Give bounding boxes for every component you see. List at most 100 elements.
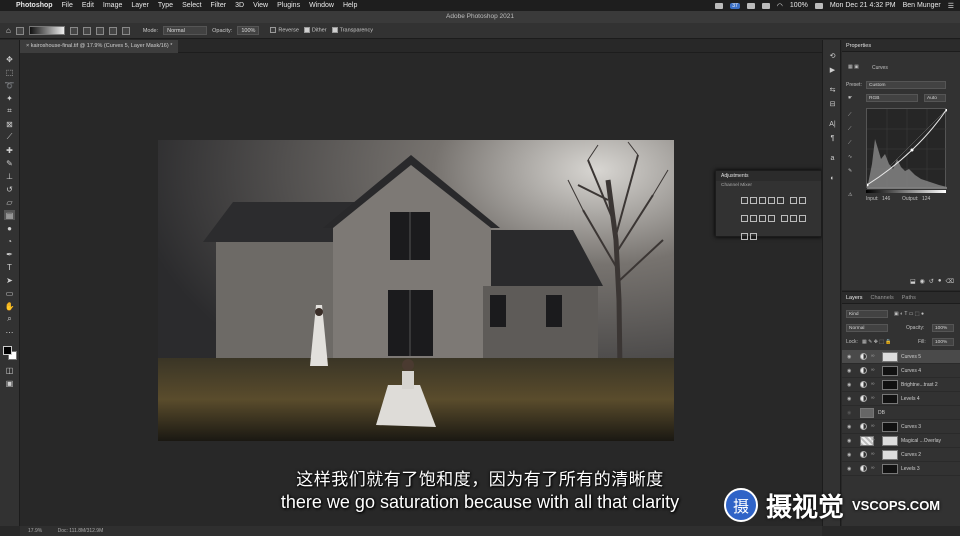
more-tools-icon[interactable]: ⋯ (4, 327, 15, 337)
eye-icon[interactable]: ◉ (847, 438, 851, 444)
vibrance-icon[interactable] (777, 197, 784, 204)
layer-mask-thumbnail[interactable] (882, 352, 898, 362)
control-center-icon[interactable]: ☰ (948, 2, 954, 10)
tab-layers[interactable]: Layers (846, 295, 863, 301)
history-brush-tool-icon[interactable]: ↺ (4, 184, 15, 194)
menu-window[interactable]: Window (309, 2, 334, 9)
history-icon[interactable]: ⟲ (827, 52, 838, 62)
clone-stamp-tool-icon[interactable]: ⊥ (4, 171, 15, 181)
layer-mask-thumbnail[interactable] (882, 422, 898, 432)
eye-icon[interactable]: ◉ (847, 410, 851, 416)
pencil-curve-icon[interactable]: ✎ (848, 168, 852, 174)
quick-mask-icon[interactable]: ◫ (4, 365, 15, 375)
clip-to-layer-icon[interactable]: ⬓ (910, 278, 916, 290)
black-white-icon[interactable] (741, 215, 748, 222)
curves-icon[interactable] (759, 197, 766, 204)
tray-icon[interactable] (761, 2, 770, 9)
screen-mode-icon[interactable]: ▣ (4, 378, 15, 388)
filter-icons[interactable]: ▣ ◐ T ▭ ⬚ ● (894, 311, 924, 317)
adjust-icon[interactable]: ⇆ (827, 86, 838, 96)
menu-image[interactable]: Image (103, 2, 122, 9)
clock[interactable]: Mon Dec 21 4:32 PM (830, 2, 896, 9)
tool-preset-button[interactable] (15, 26, 24, 35)
link-icon[interactable]: ∞ (871, 381, 875, 387)
dodge-tool-icon[interactable]: ◔ (4, 236, 15, 246)
exposure-icon[interactable] (768, 197, 775, 204)
gradient-swatch[interactable] (28, 26, 65, 35)
layer-row[interactable]: ◉ ∞ Levels 4 (842, 392, 960, 406)
menu-file[interactable]: File (62, 2, 73, 9)
eye-icon[interactable]: ◉ (847, 368, 851, 374)
zoom-level[interactable]: 17.9% (28, 528, 42, 534)
healing-brush-tool-icon[interactable]: ✚ (4, 145, 15, 155)
checkbox-box[interactable] (303, 27, 310, 34)
layer-filter-kind[interactable]: Kind (846, 310, 888, 318)
target-adjust-icon[interactable]: ☛ (848, 95, 852, 101)
layer-row[interactable]: ◉ ∞ Curves 2 (842, 448, 960, 462)
actions-icon[interactable]: ▶ (827, 66, 838, 76)
move-tool-icon[interactable]: ✥ (4, 54, 15, 64)
layer-row[interactable]: ◉ ∞ Curves 5 (842, 350, 960, 364)
curve-point-icon[interactable]: ∿ (848, 154, 852, 160)
opacity-field[interactable]: 100% (237, 26, 260, 35)
document-image[interactable] (158, 140, 674, 441)
eye-icon[interactable]: ◉ (847, 382, 851, 388)
character-icon[interactable]: A| (827, 120, 838, 130)
layer-opacity-field[interactable]: 100% (932, 324, 954, 332)
layer-row[interactable]: ◉ ∞ Curves 4 (842, 364, 960, 378)
paragraph-icon[interactable]: ¶ (827, 134, 838, 144)
adjustments-icon[interactable]: ◐ (827, 174, 838, 184)
notification-badge[interactable]: 37 (730, 2, 740, 9)
layer-row[interactable]: ◉ ∞ Brightne...trast 2 (842, 378, 960, 392)
layer-row[interactable]: ◉ ∞ Magical ...Overlay (842, 434, 960, 448)
reflected-gradient-button[interactable] (108, 26, 117, 35)
curves-graph[interactable] (865, 108, 949, 190)
eyedropper-white-icon[interactable]: ⟋ (848, 140, 852, 146)
magic-wand-tool-icon[interactable]: ✦ (4, 93, 15, 103)
path-selection-tool-icon[interactable]: ➤ (4, 275, 15, 285)
foreground-color-swatch[interactable] (3, 346, 12, 355)
eye-icon[interactable]: ◉ (847, 424, 851, 430)
eyedropper-black-icon[interactable]: ⟋ (848, 112, 852, 118)
menu-3d[interactable]: 3D (235, 2, 244, 9)
auto-button[interactable]: Auto (924, 94, 946, 102)
tray-icon[interactable] (746, 2, 755, 9)
eyedropper-tool-icon[interactable]: ⟋ (4, 132, 15, 142)
checkbox-box[interactable] (270, 27, 277, 34)
eye-icon[interactable]: ◉ (847, 396, 851, 402)
pen-tool-icon[interactable]: ✒ (4, 249, 15, 259)
tray-icon[interactable] (715, 2, 724, 9)
input-value[interactable]: 146 (882, 196, 890, 202)
marquee-tool-icon[interactable]: ⬚ (4, 67, 15, 77)
color-lookup-icon[interactable] (768, 215, 775, 222)
eye-icon[interactable]: ◉ (847, 452, 851, 458)
eye-icon[interactable]: ◉ (847, 354, 851, 360)
menu-select[interactable]: Select (182, 2, 201, 9)
threshold-icon[interactable] (799, 215, 807, 222)
link-icon[interactable]: ∞ (871, 367, 875, 373)
zoom-tool-icon[interactable]: ⌕ (4, 314, 15, 324)
home-icon[interactable]: ⌂ (6, 26, 11, 35)
gradient-map-icon[interactable] (741, 233, 748, 240)
hand-tool-icon[interactable]: ✋ (4, 301, 15, 311)
battery-icon[interactable] (814, 2, 823, 9)
rectangle-tool-icon[interactable]: ▭ (4, 288, 15, 298)
blur-tool-icon[interactable]: ● (4, 223, 15, 233)
eraser-tool-icon[interactable]: ▱ (4, 197, 15, 207)
reset-icon[interactable]: ↺ (929, 278, 934, 290)
menu-view[interactable]: View (253, 2, 268, 9)
gradient-tool-icon[interactable]: ▤ (4, 210, 15, 220)
layer-row[interactable]: ◉ DB (842, 406, 960, 420)
link-icon[interactable]: ∞ (871, 353, 875, 359)
preset-select[interactable]: Custom (866, 81, 946, 89)
invert-icon[interactable] (781, 215, 789, 222)
visibility-icon[interactable]: ● (938, 278, 942, 290)
properties-icon[interactable]: ⊟ (827, 100, 838, 110)
eyedropper-gray-icon[interactable]: ⟋ (848, 126, 852, 132)
clipping-warning-icon[interactable]: ⚠ (848, 192, 852, 198)
color-balance-icon[interactable] (799, 197, 807, 204)
doc-size[interactable]: Doc: 111.8M/312.9M (58, 528, 104, 534)
transparency-checkbox[interactable]: Transparency (331, 27, 373, 34)
tab-paths[interactable]: Paths (902, 295, 916, 301)
checkbox-box[interactable] (331, 27, 338, 34)
